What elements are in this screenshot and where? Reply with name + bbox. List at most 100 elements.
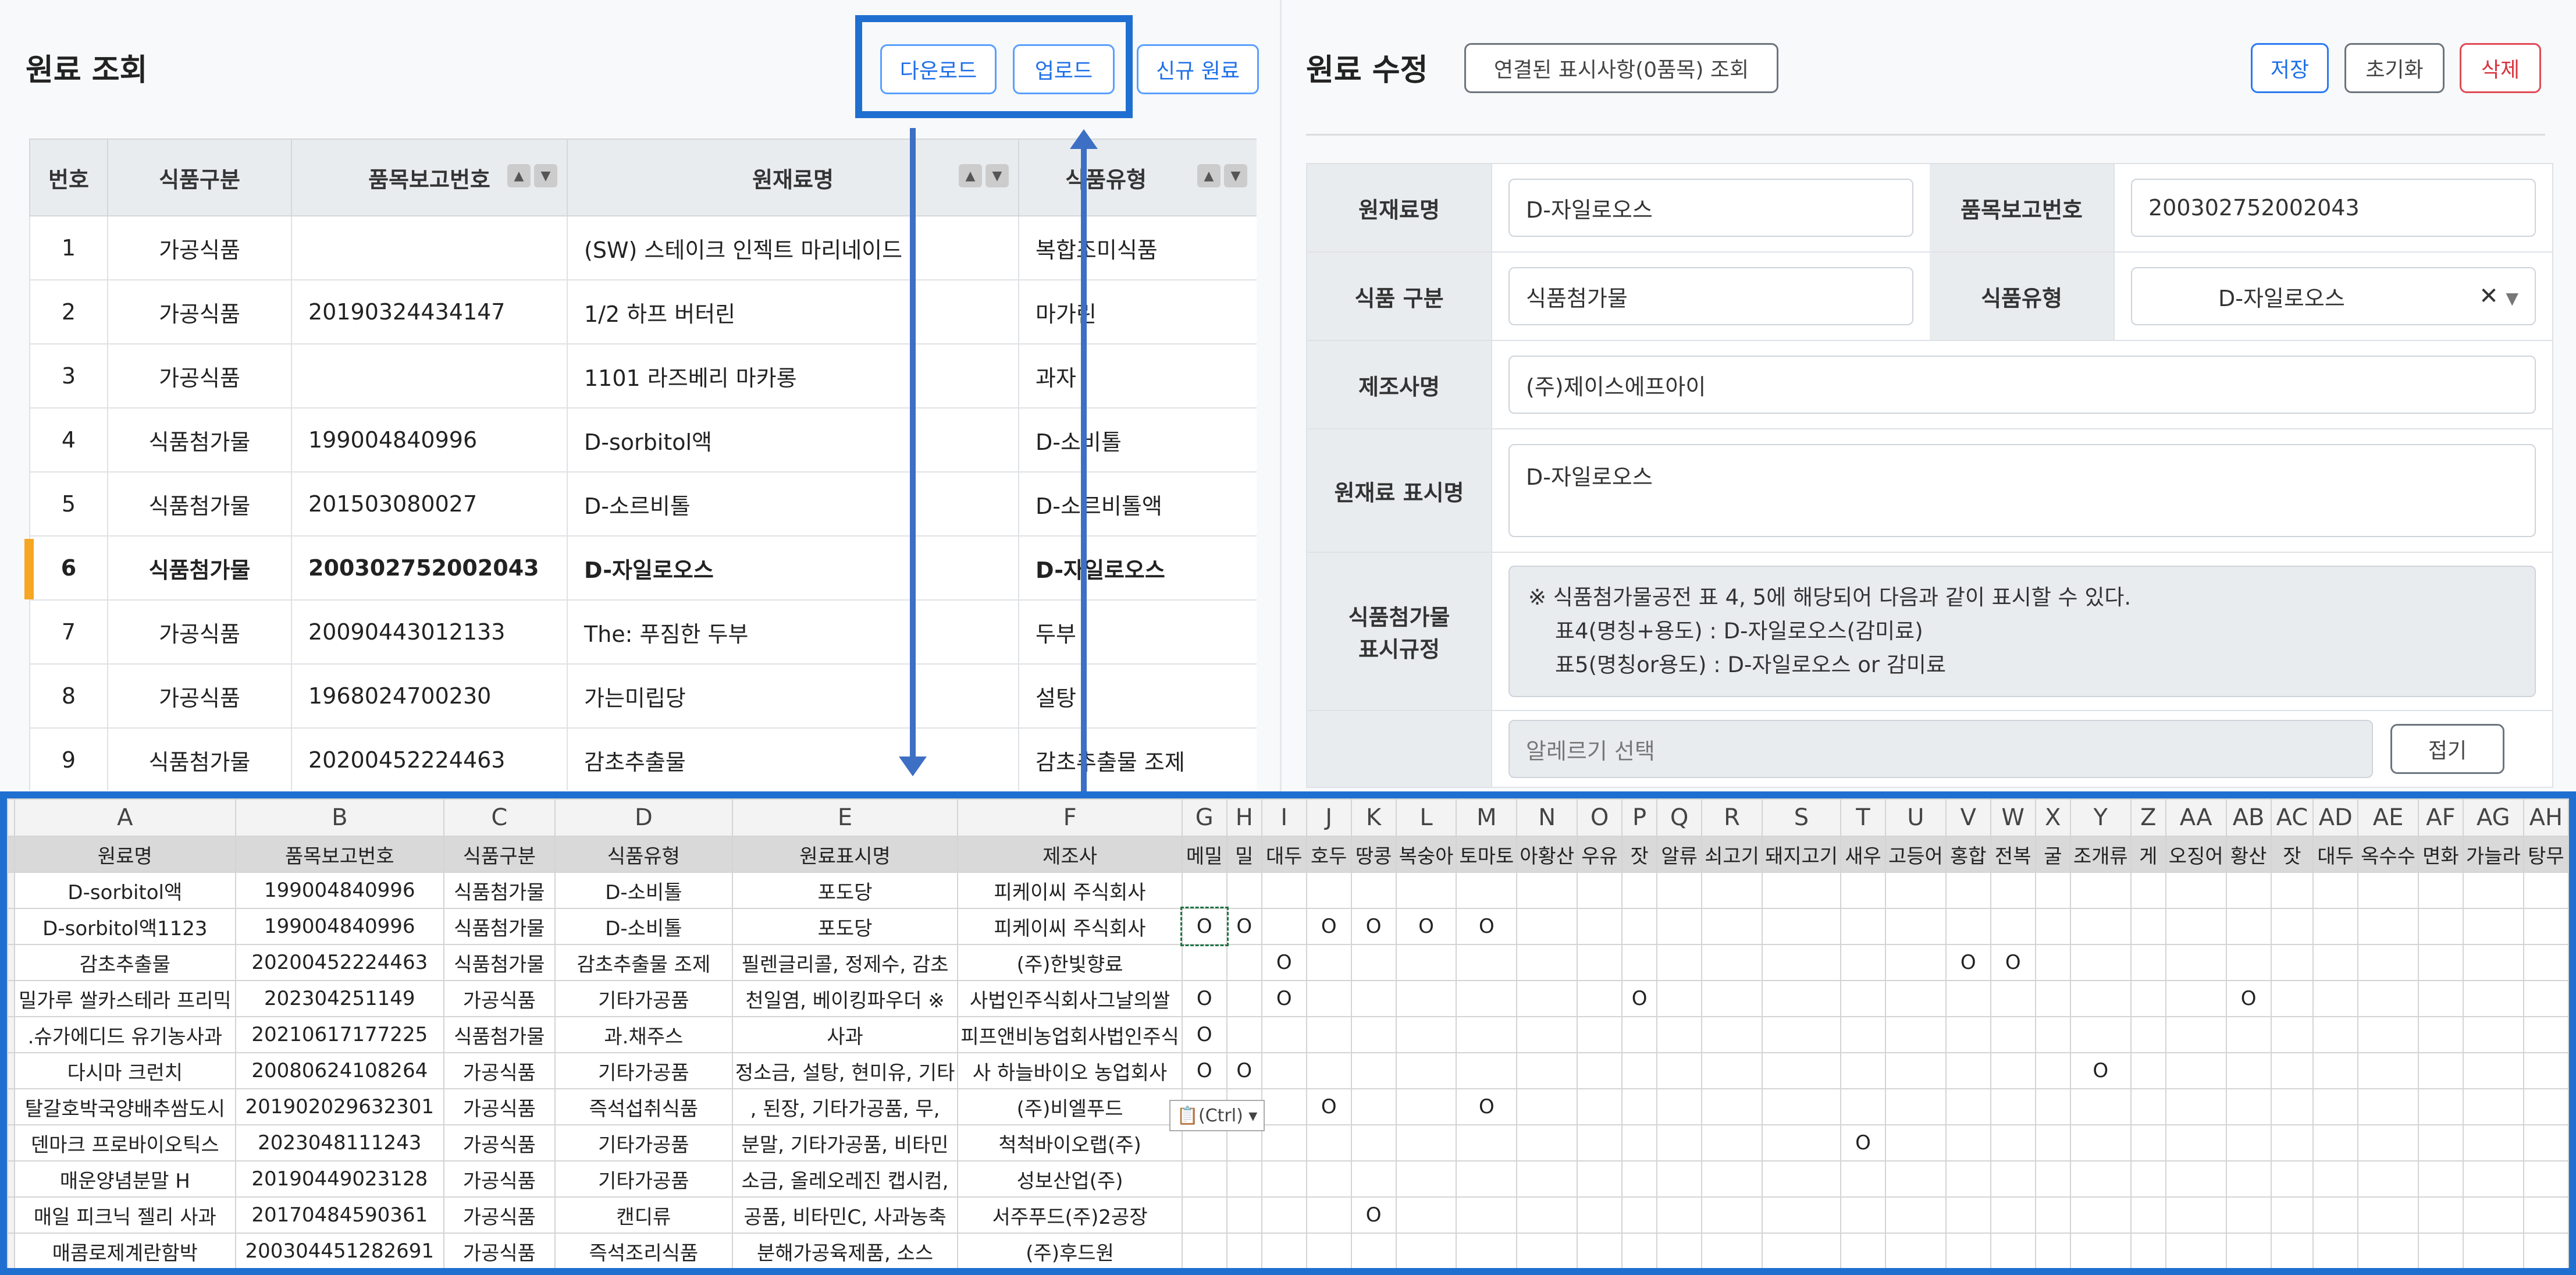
sheet-cell[interactable] — [1305, 944, 1352, 981]
sheet-cell[interactable] — [1305, 1016, 1352, 1053]
sheet-cell[interactable] — [2034, 908, 2071, 945]
sheet-cell[interactable] — [1181, 872, 1227, 909]
sheet-cell[interactable]: 가공식품 — [443, 1196, 556, 1234]
sheet-cell[interactable] — [1945, 980, 1991, 1017]
sheet-cell[interactable] — [1516, 1233, 1578, 1268]
sheet-cell[interactable] — [1621, 1233, 1658, 1268]
sheet-cell[interactable] — [2417, 1124, 2464, 1162]
sheet-cell[interactable] — [1516, 1196, 1578, 1234]
paste-options-button[interactable]: 📋 (Ctrl) ▾ — [1169, 1100, 1265, 1131]
sheet-cell[interactable] — [1621, 908, 1658, 945]
sheet-cell[interactable] — [1840, 1088, 1886, 1125]
sheet-cell[interactable] — [2069, 908, 2132, 945]
sheet-cell[interactable]: O — [1181, 1016, 1227, 1053]
sheet-cell[interactable] — [2357, 1016, 2419, 1053]
sheet-cell[interactable] — [1761, 908, 1842, 945]
name-input[interactable]: D-자일로오스 — [1508, 179, 1913, 237]
sheet-cell[interactable]: 기타가공품 — [554, 980, 733, 1017]
sheet-cell[interactable] — [2312, 1196, 2359, 1234]
sheet-cell[interactable] — [2034, 1052, 2071, 1089]
sheet-cell[interactable]: O — [1226, 1052, 1262, 1089]
sheet-cell[interactable] — [1226, 944, 1262, 981]
sheet-cell[interactable] — [2312, 908, 2359, 945]
sheet-cell[interactable]: D-sorbitol액 — [13, 872, 236, 909]
column-letter[interactable]: I — [1261, 798, 1307, 837]
column-letter[interactable]: H — [1226, 798, 1262, 837]
sheet-cell[interactable] — [1261, 908, 1307, 945]
column-letter[interactable]: R — [1701, 798, 1763, 837]
table-row[interactable]: 6 식품첨가물 200302752002043 D-자일로오스 D-자일로오스 — [29, 535, 1257, 601]
sheet-cell[interactable] — [1761, 944, 1842, 981]
column-letter[interactable]: U — [1884, 798, 1947, 837]
sheet-cell[interactable]: 피케이씨 주식회사 — [957, 908, 1183, 945]
sheet-header-cell[interactable]: 메밀 — [1181, 836, 1227, 873]
sheet-header-cell[interactable]: 새우 — [1840, 836, 1886, 873]
column-letter[interactable]: G — [1181, 798, 1227, 837]
sheet-cell[interactable]: (주)한빛향료 — [957, 944, 1183, 981]
sheet-cell[interactable] — [2417, 1233, 2464, 1268]
column-letter[interactable]: B — [234, 798, 444, 837]
column-letter[interactable]: J — [1305, 798, 1352, 837]
sheet-cell[interactable] — [1621, 1016, 1658, 1053]
sheet-cell[interactable] — [2522, 872, 2569, 909]
sheet-cell[interactable] — [2462, 1124, 2524, 1162]
sheet-cell[interactable]: D-소비톨 — [554, 872, 733, 909]
sheet-cell[interactable]: O — [1990, 944, 2036, 981]
sheet-cell[interactable]: 밀가루 쌀카스테라 프리믹 — [13, 980, 236, 1017]
sheet-cell[interactable] — [2357, 1160, 2419, 1198]
sheet-cell[interactable] — [2130, 1160, 2166, 1198]
sheet-cell[interactable] — [1181, 1233, 1227, 1268]
sheet-cell[interactable]: O — [2225, 980, 2272, 1017]
sheet-cell[interactable]: O — [1180, 907, 1229, 946]
sheet-cell[interactable] — [2270, 1016, 2314, 1053]
sheet-cell[interactable] — [1577, 1016, 1623, 1053]
sheet-cell[interactable] — [2130, 1016, 2166, 1053]
sheet-cell[interactable] — [1945, 1088, 1991, 1125]
sheet-cell[interactable] — [1456, 1052, 1518, 1089]
sheet-cell[interactable] — [2069, 1233, 2132, 1268]
sheet-cell[interactable]: D-소비톨 — [554, 908, 733, 945]
sheet-cell[interactable] — [1990, 908, 2036, 945]
sheet-cell[interactable]: O — [1181, 1052, 1227, 1089]
sheet-cell[interactable] — [2462, 1016, 2524, 1053]
sheet-cell[interactable] — [2034, 1196, 2071, 1234]
sheet-cell[interactable] — [1884, 1088, 1947, 1125]
column-letter[interactable]: A — [13, 798, 236, 837]
sheet-cell[interactable] — [1701, 1233, 1763, 1268]
sheet-cell[interactable] — [1884, 1160, 1947, 1198]
sheet-cell[interactable] — [1945, 1052, 1991, 1089]
sheet-cell[interactable]: 즉석섭취식품 — [554, 1088, 733, 1125]
sheet-header-cell[interactable]: 땅콩 — [1350, 836, 1397, 873]
sheet-cell[interactable] — [1761, 980, 1842, 1017]
sheet-cell[interactable] — [1945, 1233, 1991, 1268]
sheet-header-cell[interactable]: 밀 — [1226, 836, 1262, 873]
sheet-cell[interactable] — [1761, 1233, 1842, 1268]
new-material-button[interactable]: 신규 원료 — [1137, 44, 1259, 94]
sheet-cell[interactable] — [1516, 1124, 1578, 1162]
sheet-header-cell[interactable]: 고등어 — [1884, 836, 1947, 873]
col-header-report-no[interactable]: 품목보고번호 ▲ ▼ — [291, 138, 568, 216]
column-letter[interactable]: Z — [2130, 798, 2166, 837]
sheet-cell[interactable] — [2069, 1196, 2132, 1234]
clear-icon[interactable]: ✕ — [2479, 283, 2499, 310]
sheet-cell[interactable] — [2462, 1233, 2524, 1268]
sheet-cell[interactable] — [1456, 1196, 1518, 1234]
sheet-cell[interactable] — [1305, 980, 1352, 1017]
sheet-cell[interactable] — [1656, 908, 1703, 945]
sheet-cell[interactable]: 201902029632301 — [234, 1088, 444, 1125]
sheet-cell[interactable] — [1945, 908, 1991, 945]
sheet-cell[interactable]: 가공식품 — [443, 980, 556, 1017]
sheet-cell[interactable] — [2130, 872, 2166, 909]
sheet-cell[interactable]: D-sorbitol액1123 — [13, 908, 236, 945]
column-letter[interactable]: T — [1840, 798, 1886, 837]
sheet-cell[interactable] — [1395, 1124, 1457, 1162]
sheet-cell[interactable] — [2225, 1124, 2272, 1162]
sheet-cell[interactable] — [2522, 1196, 2569, 1234]
sheet-cell[interactable] — [1261, 1016, 1307, 1053]
sheet-cell[interactable] — [2270, 1160, 2314, 1198]
sheet-header-cell[interactable]: 돼지고기 — [1761, 836, 1842, 873]
sort-asc-icon[interactable]: ▲ — [1197, 164, 1221, 187]
sheet-cell[interactable] — [1761, 1088, 1842, 1125]
sheet-cell[interactable] — [2522, 1124, 2569, 1162]
sheet-cell[interactable] — [2165, 1052, 2227, 1089]
